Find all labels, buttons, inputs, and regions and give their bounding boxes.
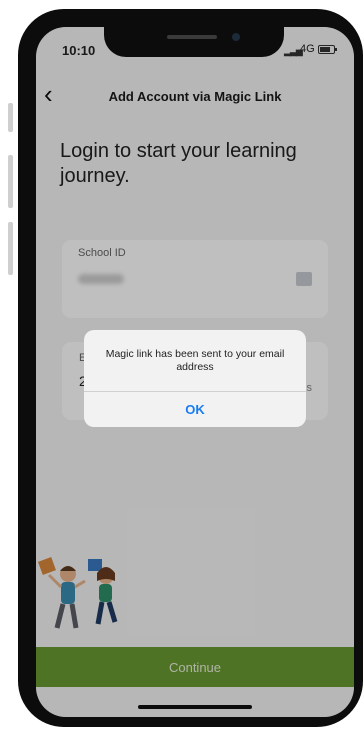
front-camera [232,33,240,41]
mute-switch [8,103,13,132]
alert-message: Magic link has been sent to your email a… [105,348,285,373]
volume-up-button [8,155,13,208]
magic-link-alert: Magic link has been sent to your email a… [84,330,306,427]
ok-button[interactable]: OK [84,392,306,427]
speaker-grille [167,35,217,39]
app-screen: 10:10 ▂▃▅ 4G ‹ Add Account via Magic Lin… [36,27,354,717]
phone-notch [104,27,284,57]
volume-down-button [8,222,13,275]
